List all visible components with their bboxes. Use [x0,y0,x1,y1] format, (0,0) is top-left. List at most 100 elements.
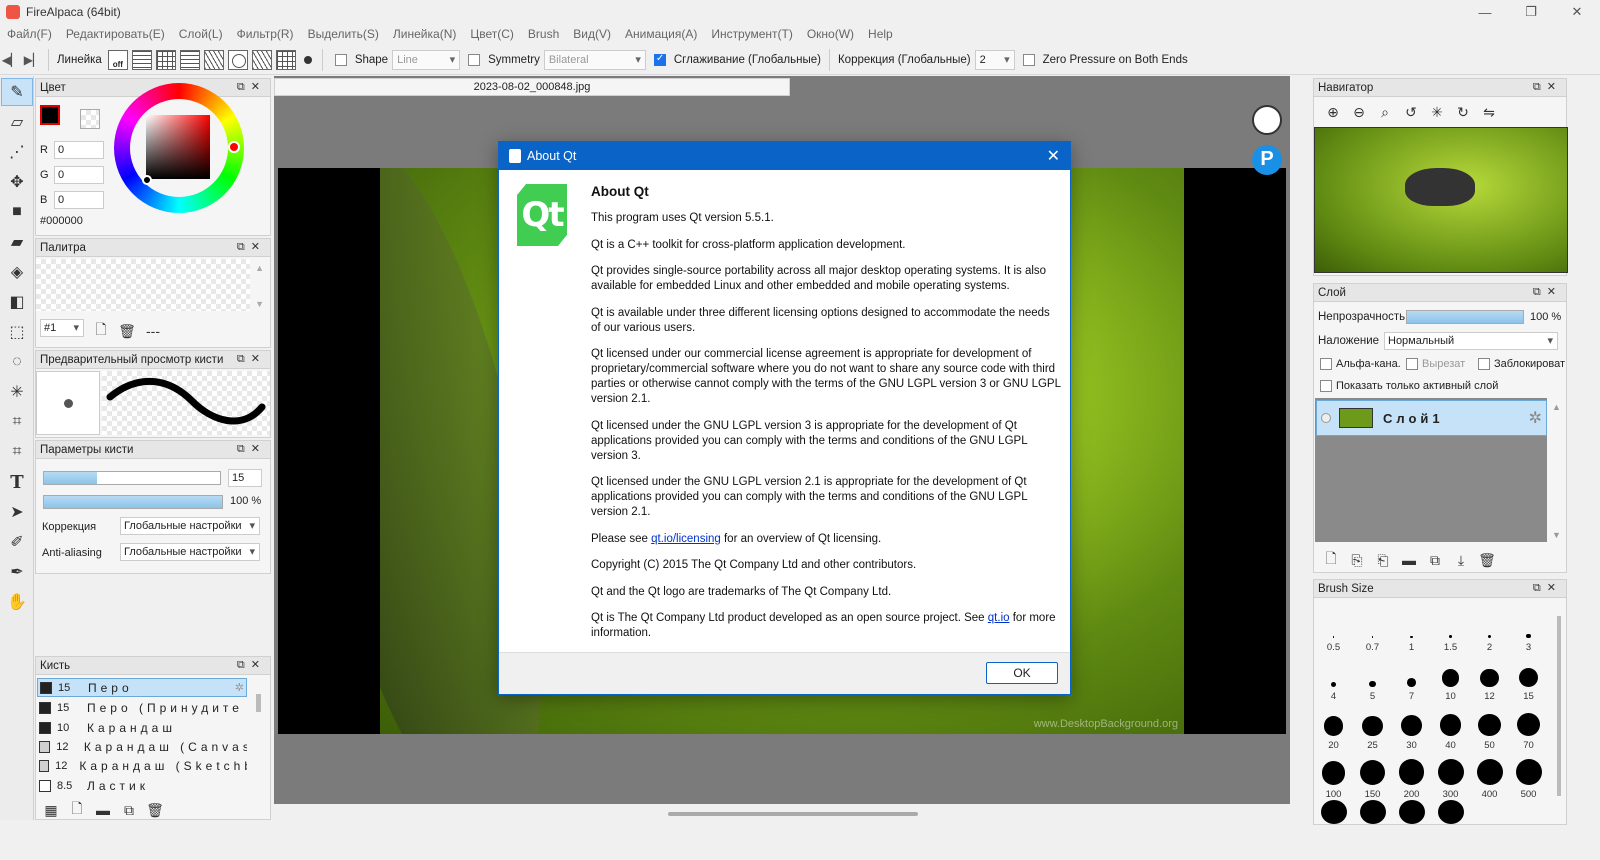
zero-pressure-checkbox[interactable] [1022,53,1035,66]
brush-size-option[interactable]: 40 [1431,702,1470,751]
brush-size-option[interactable]: 10 [1431,653,1470,702]
brush-item[interactable]: 15 Перо (Принудите [37,698,247,717]
snap-cross-icon[interactable] [179,49,200,70]
brush-size-option[interactable] [1392,800,1431,824]
symmetry-checkbox[interactable] [468,53,481,66]
brush-size-option[interactable] [1353,800,1392,824]
panel-controls-icon[interactable]: ⧉✕ [1533,80,1562,94]
blend-mode-select[interactable]: Нормальный [1384,332,1558,350]
menu-color[interactable]: Цвет(C) [463,27,521,41]
pen-p-icon[interactable]: P [1252,145,1282,175]
brush-size-option[interactable]: 100 [1314,751,1353,800]
snap-grid-icon[interactable] [155,49,176,70]
next-arrow-icon[interactable]: ▶▏ [22,53,44,67]
new-8bit-layer-icon[interactable]: ⎘ [1344,552,1370,569]
operation-tool-icon[interactable]: ➤ [1,498,33,526]
hand-tool-icon[interactable]: ✋ [1,588,33,616]
shape-checkbox[interactable] [334,53,347,66]
licensing-link[interactable]: qt.io/licensing [651,533,721,545]
brush-size-option[interactable]: 50 [1470,702,1509,751]
palette-scroll-down-icon[interactable]: ▼ [255,299,264,309]
brush-size-option[interactable]: 3 [1509,604,1548,653]
gear-icon[interactable]: ✲ [235,681,244,694]
select-pen-tool-icon[interactable]: ⌗ [1,408,33,436]
canvas-scrollbar[interactable] [668,812,918,816]
menu-file[interactable]: Файл(F) [0,27,59,41]
move-tool-icon[interactable]: ✥ [1,168,33,196]
new-brush-icon[interactable]: 🗋 [64,798,90,822]
brush-size-option[interactable]: 300 [1431,751,1470,800]
snap-diagonal-icon[interactable] [203,49,224,70]
lasso-tool-icon[interactable]: ◌ [1,348,33,376]
snap-parallel-icon[interactable] [131,49,152,70]
brush-size-option[interactable]: 15 [1509,653,1548,702]
brush-item[interactable]: 15 Перо ✲ [37,678,247,697]
brush-size-option[interactable]: 12 [1470,653,1509,702]
brush-opacity-slider[interactable] [43,495,223,509]
menu-animation[interactable]: Анимация(A) [618,27,704,41]
g-field[interactable]: 0 [54,166,104,184]
brush-item[interactable]: 10 Карандаш [37,718,247,737]
brush-size-option[interactable]: 7 [1392,653,1431,702]
brush-list-scrollbar[interactable] [256,694,261,712]
brush-item[interactable]: 12 Карандаш (Sketchbook [37,756,247,775]
b-field[interactable]: 0 [54,191,104,209]
fill-tool-icon[interactable]: ▰ [1,228,33,256]
select-tool-icon[interactable]: ⬚ [1,318,33,346]
dialog-close-icon[interactable]: ✕ [1047,146,1060,166]
menu-view[interactable]: Вид(V) [566,27,618,41]
document-tab[interactable]: 2023-08-02_000848.jpg [274,78,790,96]
brush-size-option[interactable]: 4 [1314,653,1353,702]
snap-concentric-icon[interactable] [227,49,248,70]
navigator-thumbnail[interactable] [1314,127,1568,273]
smoothing-checkbox[interactable] [653,53,666,66]
divide-tool-icon[interactable]: ✐ [1,528,33,556]
panel-controls-icon[interactable]: ⧉✕ [237,80,266,94]
text-tool-icon[interactable]: T [1,468,33,496]
delete-layer-icon[interactable]: 🗑 [1474,552,1500,569]
menu-edit[interactable]: Редактировать(E) [59,27,172,41]
brush-size-option[interactable]: 1.5 [1431,604,1470,653]
brush-item[interactable]: 12 Карандаш (Canvas) [37,737,247,756]
delete-palette-icon[interactable]: 🗑 [114,323,140,340]
zoom-in-icon[interactable]: ⊕ [1320,104,1346,121]
snap-off-icon[interactable]: off [107,49,128,70]
eyedropper-tool-icon[interactable]: ✒ [1,558,33,586]
color-square[interactable] [146,115,210,179]
zoom-out-icon[interactable]: ⊖ [1346,104,1372,121]
layer-item[interactable]: Слой1 ✲ [1316,400,1547,436]
brush-size-scrollbar[interactable] [1557,616,1561,796]
sv-handle[interactable] [142,175,152,185]
menu-help[interactable]: Help [861,27,900,41]
new-1bit-layer-icon[interactable]: ⎗ [1370,552,1396,569]
qt-io-link[interactable]: qt.io [988,612,1010,624]
menu-tool[interactable]: Инструмент(T) [704,27,800,41]
bucket-tool-icon[interactable]: ◈ [1,258,33,286]
zoom-fit-icon[interactable]: ⌕ [1372,104,1398,121]
lock-layer-checkbox[interactable] [1478,358,1490,370]
brush-tool-icon[interactable]: ✎ [1,78,33,106]
prev-arrow-icon[interactable]: ◀▏ [0,53,22,67]
menu-window[interactable]: Окно(W) [800,27,861,41]
brush-size-option[interactable]: 30 [1392,702,1431,751]
layer-opacity-slider[interactable] [1406,310,1524,324]
panel-controls-icon[interactable]: ⧉✕ [237,442,266,456]
panel-controls-icon[interactable]: ⧉✕ [237,352,266,366]
brush-item[interactable]: 8.5 Ластик [37,776,247,795]
close-button[interactable]: ✕ [1554,0,1600,24]
rotate-left-icon[interactable]: ↺ [1398,104,1424,121]
brush-correction-select[interactable]: Глобальные настройки [120,517,260,535]
new-palette-icon[interactable]: 🗋 [88,319,114,343]
gear-icon[interactable]: ✲ [1529,408,1542,428]
brush-size-option[interactable]: 500 [1509,751,1548,800]
ok-button[interactable]: OK [986,662,1058,684]
alpha-lock-checkbox[interactable] [1320,358,1332,370]
delete-brush-icon[interactable]: 🗑 [142,802,168,819]
shape-select[interactable]: Line [392,49,461,70]
color-wheel[interactable] [114,83,244,213]
brush-size-option[interactable]: 20 [1314,702,1353,751]
menu-select[interactable]: Выделить(S) [301,27,386,41]
brush-size-option[interactable]: 0.5 [1314,604,1353,653]
alpaca-icon[interactable] [1252,105,1282,135]
duplicate-brush-icon[interactable]: ⧉ [116,802,142,819]
